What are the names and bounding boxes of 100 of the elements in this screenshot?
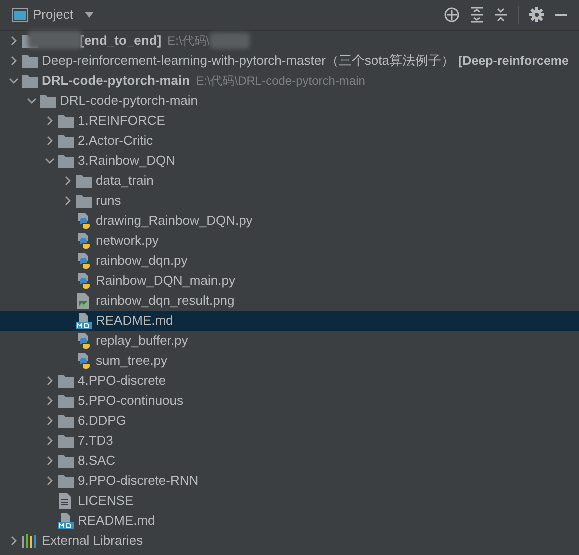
folder-icon [58,454,74,468]
chevron-down-icon[interactable] [45,156,55,166]
tree-row[interactable]: 8.SAC [0,451,579,471]
chevron-right-icon[interactable] [45,116,55,126]
tree-row[interactable]: Deep-reinforcement-learning-with-pytorch-master（三个sota算法例子） [Deep-reinforceme [0,51,579,71]
folder-icon [58,414,74,428]
path-text: E:\代码\ [168,33,210,50]
item-name: README.md [78,512,156,530]
chevron-right-icon[interactable] [63,176,73,186]
chevron-down-icon[interactable] [9,76,19,86]
python-file-icon [76,333,92,349]
item-name: 4.PPO-discrete [78,372,166,390]
image-file-icon [76,293,90,309]
folder-icon [58,474,74,488]
chevron-right-icon[interactable] [45,436,55,446]
tree-row[interactable]: DRL-code-pytorch-main [0,91,579,111]
item-name: rainbow_dqn_result.png [96,292,235,310]
python-file-icon [76,233,92,249]
tree-row[interactable]: LICENSE [0,491,579,511]
expand-all-icon[interactable] [470,7,484,23]
item-name: Rainbow_DQN_main.py [96,272,236,290]
item-name: LICENSE [78,492,134,510]
python-file-icon [76,253,92,269]
item-name: 9.PPO-discrete-RNN [78,472,199,490]
chevron-right-icon[interactable] [9,56,19,66]
item-name: 3.Rainbow_DQN [78,152,176,170]
folder-icon [76,174,92,188]
window-icon [12,8,28,22]
tree-row[interactable]: network.py [0,231,579,251]
tree-row[interactable]: rainbow_dqn.py [0,251,579,271]
folder-icon [58,134,74,148]
item-name: 7.TD3 [78,432,114,450]
tree-row[interactable]: drawing_Rainbow_DQN.py [0,211,579,231]
tree-row[interactable]: 3.Rainbow_DQN [0,151,579,171]
item-name: runs [96,192,122,210]
tree-row[interactable]: 6.DDPG [0,411,579,431]
tree-row[interactable]: 7.TD3 [0,431,579,451]
settings-icon[interactable] [529,7,545,23]
chevron-down-icon[interactable] [27,96,37,106]
chevron-right-icon[interactable] [45,396,55,406]
item-name: README.md [96,312,174,330]
markdown-file-icon [58,513,74,529]
folder-icon [22,74,38,88]
collapse-all-icon[interactable] [494,7,508,23]
chevron-right-icon[interactable] [45,136,55,146]
chevron-right-icon[interactable] [45,376,55,386]
markdown-file-icon [76,313,92,329]
minimize-icon[interactable] [555,13,567,17]
library-icon [22,534,38,548]
item-name: 2.Actor-Critic [78,132,154,150]
folder-icon [58,394,74,408]
tree-row[interactable]: sum_tree.py [0,351,579,371]
folder-icon [58,114,74,128]
tree-row[interactable]: README.md [0,511,579,531]
chevron-right-icon[interactable] [45,416,55,426]
folder-icon [58,374,74,388]
python-file-icon [76,213,92,229]
tree-row[interactable]: 5.PPO-continuous [0,391,579,411]
path-text: E:\代码\DRL-code-pytorch-main [196,73,366,90]
item-name: sum_tree.py [96,352,168,370]
tree-row[interactable]: 9.PPO-discrete-RNN [0,471,579,491]
folder-icon [58,434,74,448]
item-name: data_train [96,172,154,190]
chevron-right-icon[interactable] [63,196,73,206]
tree-row[interactable]: runs [0,191,579,211]
tree-row[interactable]: README.md [0,311,579,331]
python-file-icon [76,273,92,289]
tree-row[interactable]: rainbow_dqn_result.png [0,291,579,311]
chevron-right-icon[interactable] [45,456,55,466]
folder-icon [40,94,56,108]
tree-row[interactable]: 2.Actor-Critic [0,131,579,151]
tree-row[interactable]: data_train [0,171,579,191]
blurred-area [210,33,250,49]
tree-row[interactable]: 4.PPO-discrete [0,371,579,391]
tree-row[interactable]: [end_to_end] E:\代码\ [0,31,579,51]
text-file-icon [58,493,72,509]
module-name: [Deep-reinforceme [458,52,569,70]
chevron-right-icon[interactable] [9,536,19,546]
item-name: DRL-code-pytorch-main [42,72,190,90]
item-name: 1.REINFORCE [78,112,166,130]
item-name: DRL-code-pytorch-main [60,92,198,110]
item-name: 5.PPO-continuous [78,392,184,410]
tree-row[interactable]: Rainbow_DQN_main.py [0,271,579,291]
folder-icon [58,154,74,168]
folder-icon [22,54,38,68]
item-name: Deep-reinforcement-learning-with-pytorch-master（三个sota算法例子） [42,52,455,70]
item-name: network.py [96,232,159,250]
item-name: drawing_Rainbow_DQN.py [96,212,253,230]
chevron-right-icon[interactable] [9,36,19,46]
locate-icon[interactable] [444,7,460,23]
view-dropdown[interactable]: Project [33,5,94,25]
tree-row[interactable]: replay_buffer.py [0,331,579,351]
tree-row[interactable]: External Libraries [0,531,579,551]
item-name: External Libraries [42,532,144,550]
tree-row[interactable]: DRL-code-pytorch-main E:\代码\DRL-code-pytorch-main [0,71,579,91]
chevron-right-icon[interactable] [45,476,55,486]
item-name: [end_to_end] [80,32,162,50]
item-name: rainbow_dqn.py [96,252,188,270]
caret-icon [85,12,94,18]
tree-row[interactable]: 1.REINFORCE [0,111,579,131]
